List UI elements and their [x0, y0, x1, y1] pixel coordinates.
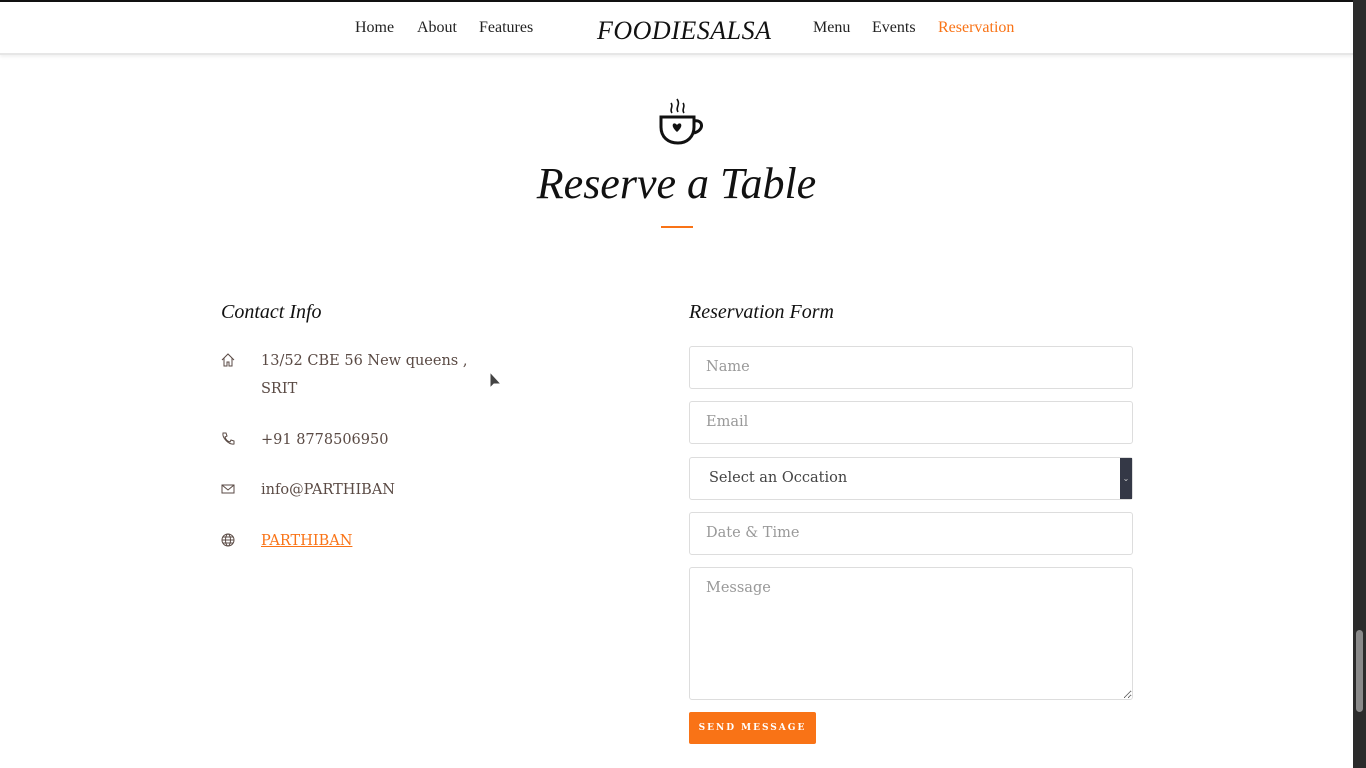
- page-title: Reserve a Table: [536, 159, 817, 208]
- title-divider: [661, 226, 693, 228]
- occasion-select[interactable]: Select an Occation ⌄: [689, 457, 1133, 500]
- nav-home[interactable]: Home: [355, 19, 394, 37]
- nav-reservation[interactable]: Reservation: [938, 19, 1014, 37]
- message-textarea[interactable]: [689, 567, 1133, 700]
- name-input[interactable]: Name: [689, 346, 1133, 389]
- nav-features[interactable]: Features: [479, 19, 533, 37]
- website-link[interactable]: PARTHIBAN: [261, 527, 471, 555]
- nav-menu[interactable]: Menu: [813, 19, 850, 37]
- nav-events[interactable]: Events: [872, 19, 916, 37]
- globe-icon: [221, 533, 235, 547]
- mouse-cursor-icon: [489, 371, 503, 390]
- scrollbar-thumb[interactable]: [1356, 630, 1363, 712]
- brand-logo[interactable]: FOODIESALSA: [597, 16, 771, 46]
- form-heading: Reservation Form: [689, 301, 834, 323]
- scrollbar[interactable]: [1353, 0, 1366, 768]
- chevron-down-icon[interactable]: ⌄: [1120, 458, 1132, 499]
- phone-icon: [222, 432, 235, 445]
- contact-heading: Contact Info: [221, 301, 322, 323]
- navbar: Home About Features FOODIESALSA Menu Eve…: [0, 2, 1353, 55]
- home-icon: [221, 353, 235, 367]
- send-message-button[interactable]: SEND MESSAGE: [689, 712, 816, 744]
- coffee-cup-heart-icon: [659, 98, 703, 145]
- email-input[interactable]: Email: [689, 401, 1133, 444]
- mail-icon: [221, 484, 235, 494]
- occasion-selected-value: Select an Occation: [709, 470, 848, 486]
- nav-about[interactable]: About: [417, 19, 457, 37]
- datetime-input[interactable]: Date & Time: [689, 512, 1133, 555]
